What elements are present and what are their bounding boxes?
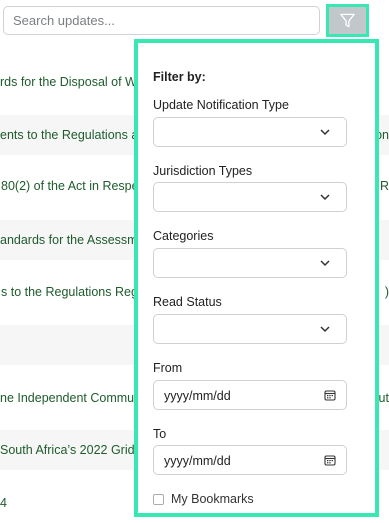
to-date-input[interactable]: yyyy/mm/dd bbox=[153, 445, 347, 475]
bookmarks-checkbox[interactable] bbox=[153, 493, 164, 505]
list-item-title: s to the Regulations Rega bbox=[1, 285, 145, 299]
bookmarks-label: My Bookmarks bbox=[171, 492, 254, 506]
list-item-title: andards for the Assessme bbox=[0, 233, 145, 247]
filter-panel-title: Filter by: bbox=[153, 70, 206, 84]
list-item-title: ents to the Regulations ar bbox=[0, 128, 143, 142]
list-item-title: 4 bbox=[0, 496, 7, 510]
list-item-title: 80(2) of the Act in Respe bbox=[1, 179, 139, 193]
update-type-select[interactable] bbox=[153, 117, 347, 147]
list-item-title: ne Independent Communi bbox=[0, 391, 144, 405]
categories-select[interactable] bbox=[153, 248, 347, 278]
list-item-title: rds for the Disposal of Was bbox=[0, 75, 150, 89]
search-input[interactable] bbox=[4, 7, 319, 34]
list-item-title-tail: ) bbox=[384, 285, 389, 299]
filter-panel: Filter by: Update Notification Type Juri… bbox=[134, 39, 379, 517]
jurisdiction-label: Jurisdiction Types bbox=[153, 164, 253, 178]
chevron-down-icon bbox=[320, 260, 330, 267]
calendar-icon[interactable] bbox=[324, 389, 336, 401]
chevron-down-icon bbox=[320, 326, 330, 333]
filter-button[interactable] bbox=[326, 4, 369, 37]
to-date-value: yyyy/mm/dd bbox=[164, 454, 231, 468]
read-status-label: Read Status bbox=[153, 295, 222, 309]
from-label: From bbox=[153, 361, 183, 375]
update-type-label: Update Notification Type bbox=[153, 98, 289, 112]
calendar-icon[interactable] bbox=[324, 454, 336, 466]
filter-funnel-icon bbox=[340, 13, 355, 28]
from-date-input[interactable]: yyyy/mm/dd bbox=[153, 380, 347, 410]
chevron-down-icon bbox=[320, 194, 330, 201]
read-status-select[interactable] bbox=[153, 314, 347, 344]
from-date-value: yyyy/mm/dd bbox=[164, 389, 231, 403]
categories-label: Categories bbox=[153, 229, 214, 243]
to-label: To bbox=[153, 427, 167, 441]
chevron-down-icon bbox=[320, 129, 330, 136]
bookmarks-option[interactable]: My Bookmarks bbox=[153, 492, 254, 506]
list-item-title: South Africa’s 2022 Grid I bbox=[0, 443, 142, 457]
jurisdiction-select[interactable] bbox=[153, 182, 347, 212]
search-field[interactable] bbox=[3, 6, 320, 35]
